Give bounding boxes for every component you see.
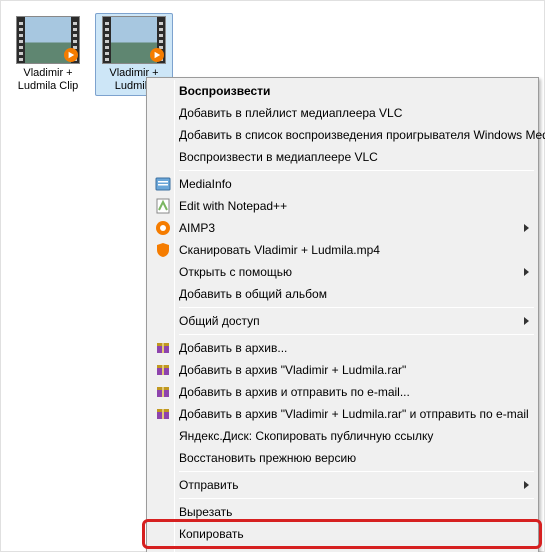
menu-label: Добавить в плейлист медиаплеера VLC [179, 106, 402, 120]
menu-label: Копировать [179, 527, 244, 541]
menu-label: Отправить [179, 478, 239, 492]
notepadpp-icon [155, 198, 171, 214]
menu-separator [179, 334, 534, 335]
menu-separator [179, 471, 534, 472]
menu-item-vlc-play[interactable]: Воспроизвести в медиаплеере VLC [149, 146, 536, 168]
winrar-icon [155, 406, 171, 422]
menu-item-restore[interactable]: Восстановить прежнюю версию [149, 447, 536, 469]
menu-item-sendto[interactable]: Отправить [149, 474, 536, 496]
play-overlay-icon [64, 48, 78, 62]
menu-item-add-shared-album[interactable]: Добавить в общий альбом [149, 283, 536, 305]
submenu-arrow-icon [522, 221, 530, 235]
menu-label: Сканировать Vladimir + Ludmila.mp4 [179, 243, 380, 257]
play-overlay-icon [150, 48, 164, 62]
submenu-arrow-icon [522, 478, 530, 492]
menu-item-wmp-add[interactable]: Добавить в список воспроизведения проигр… [149, 124, 536, 146]
menu-separator [179, 307, 534, 308]
menu-item-play[interactable]: Воспроизвести [149, 80, 536, 102]
menu-label: Добавить в общий альбом [179, 287, 327, 301]
menu-item-cut[interactable]: Вырезать [149, 501, 536, 523]
menu-label: MediaInfo [179, 177, 232, 191]
menu-label: Общий доступ [179, 314, 260, 328]
menu-label: AIMP3 [179, 221, 215, 235]
menu-item-scan[interactable]: Сканировать Vladimir + Ludmila.mp4 [149, 239, 536, 261]
menu-label: Открыть с помощью [179, 265, 292, 279]
menu-item-openwith[interactable]: Открыть с помощью [149, 261, 536, 283]
file-label: Vladimir + Ludmila Clip [12, 67, 84, 93]
menu-separator [179, 498, 534, 499]
menu-label: Вырезать [179, 505, 232, 519]
menu-item-aimp3[interactable]: AIMP3 [149, 217, 536, 239]
submenu-arrow-icon [522, 265, 530, 279]
menu-label: Добавить в архив "Vladimir + Ludmila.rar… [179, 363, 406, 377]
menu-item-vlc-add[interactable]: Добавить в плейлист медиаплеера VLC [149, 102, 536, 124]
mediainfo-icon [155, 176, 171, 192]
antivirus-icon [155, 242, 171, 258]
menu-label: Добавить в архив и отправить по e-mail..… [179, 385, 410, 399]
menu-label: Восстановить прежнюю версию [179, 451, 356, 465]
winrar-icon [155, 340, 171, 356]
menu-item-add-rar[interactable]: Добавить в архив "Vladimir + Ludmila.rar… [149, 359, 536, 381]
menu-label: Воспроизвести в медиаплеере VLC [179, 150, 378, 164]
submenu-arrow-icon [522, 314, 530, 328]
menu-item-add-archive[interactable]: Добавить в архив... [149, 337, 536, 359]
file-area: Vladimir + Ludmila Clip Vladimir + Ludmi… [0, 0, 545, 552]
menu-item-rar-email[interactable]: Добавить в архив "Vladimir + Ludmila.rar… [149, 403, 536, 425]
video-thumbnail [16, 16, 80, 64]
menu-item-share[interactable]: Общий доступ [149, 310, 536, 332]
menu-item-archive-email[interactable]: Добавить в архив и отправить по e-mail..… [149, 381, 536, 403]
menu-item-notepadpp[interactable]: Edit with Notepad++ [149, 195, 536, 217]
menu-label: Яндекс.Диск: Скопировать публичную ссылк… [179, 429, 433, 443]
aimp3-icon [155, 220, 171, 236]
menu-separator [179, 547, 534, 548]
menu-item-yandex-disk[interactable]: Яндекс.Диск: Скопировать публичную ссылк… [149, 425, 536, 447]
menu-separator [179, 170, 534, 171]
context-menu: Воспроизвести Добавить в плейлист медиап… [146, 77, 539, 552]
file-item[interactable]: Vladimir + Ludmila Clip [9, 13, 87, 96]
menu-label: Добавить в архив "Vladimir + Ludmila.rar… [179, 407, 529, 421]
winrar-icon [155, 384, 171, 400]
menu-item-copy[interactable]: Копировать [149, 523, 536, 545]
winrar-icon [155, 362, 171, 378]
menu-label: Edit with Notepad++ [179, 199, 287, 213]
menu-label: Добавить в список воспроизведения проигр… [179, 128, 545, 142]
menu-label: Добавить в архив... [179, 341, 287, 355]
menu-label: Воспроизвести [179, 84, 270, 98]
video-thumbnail [102, 16, 166, 64]
menu-item-mediainfo[interactable]: MediaInfo [149, 173, 536, 195]
